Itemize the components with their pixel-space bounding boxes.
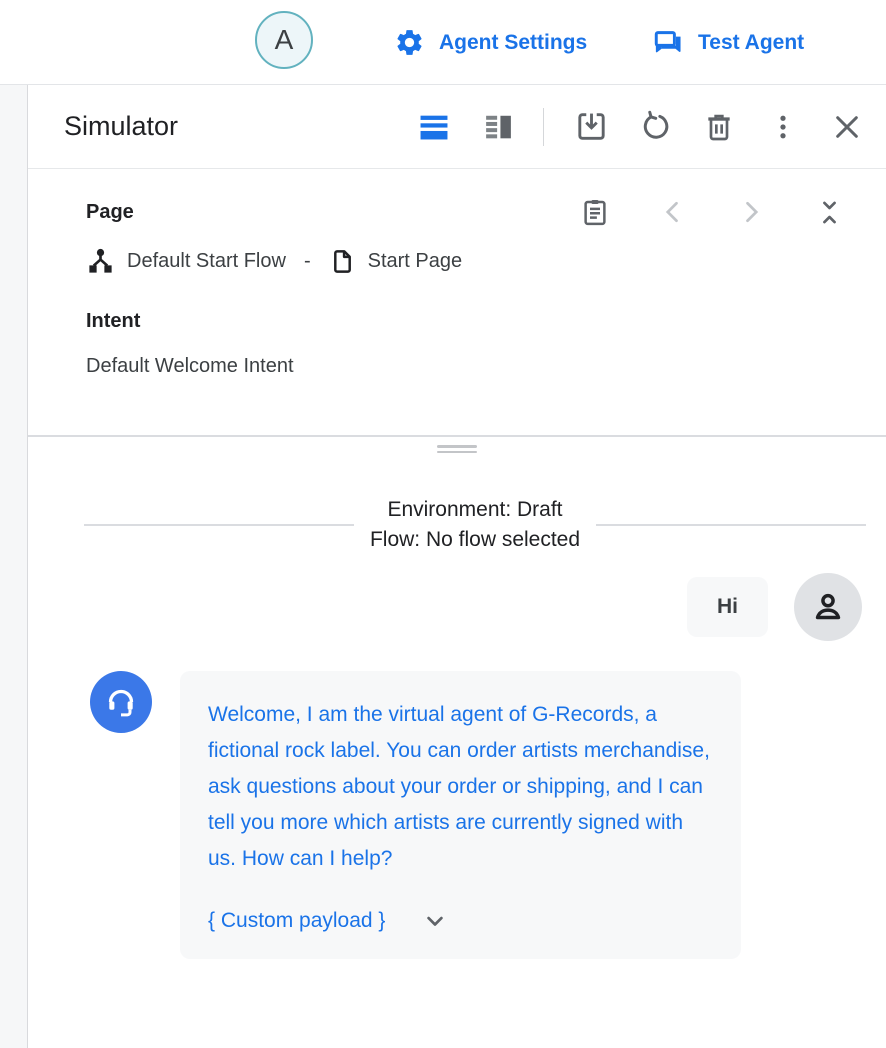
environment-banner: Environment: Draft Flow: No flow selecte… [28, 495, 886, 555]
top-bar: A Agent Settings Test Agent [0, 0, 886, 85]
test-agent-label: Test Agent [698, 31, 804, 55]
page-label: Page [86, 201, 134, 224]
gear-icon [394, 27, 425, 58]
divider-line-left [84, 524, 354, 526]
agent-message-row: Welcome, I am the virtual agent of G-Rec… [90, 671, 886, 959]
flow-name: Default Start Flow [127, 250, 286, 273]
page-name: Start Page [368, 250, 463, 273]
close-icon[interactable] [830, 110, 864, 144]
page-info-panel: Page [28, 169, 886, 437]
account-avatar[interactable]: A [255, 11, 313, 69]
panel-resize-handle[interactable] [437, 445, 477, 453]
chevron-down-icon[interactable] [421, 907, 449, 935]
next-message-icon[interactable] [734, 195, 768, 229]
response-list-icon[interactable] [578, 195, 612, 229]
split-view-icon[interactable] [481, 110, 515, 144]
chat-bubbles-icon [652, 27, 684, 59]
user-message-row: Hi [28, 573, 862, 641]
flow-icon [86, 247, 115, 276]
agent-message-bubble: Welcome, I am the virtual agent of G-Rec… [180, 671, 741, 959]
intent-label: Intent [86, 310, 858, 333]
agent-settings-label: Agent Settings [439, 31, 587, 55]
agent-settings-button[interactable]: Agent Settings [394, 0, 587, 85]
flow-status-label: Flow: No flow selected [370, 525, 580, 555]
user-avatar [794, 573, 862, 641]
conversation-area: Environment: Draft Flow: No flow selecte… [28, 437, 886, 1048]
reset-icon[interactable] [638, 110, 672, 144]
custom-payload-label: { Custom payload } [208, 909, 385, 933]
more-options-icon[interactable] [766, 110, 800, 144]
person-icon [809, 588, 847, 626]
flow-page-separator: - [304, 250, 311, 273]
collapse-icon[interactable] [812, 195, 846, 229]
conversation-view-icon[interactable] [417, 110, 451, 144]
page-icon [329, 248, 356, 275]
environment-label: Environment: Draft [370, 495, 580, 525]
headset-icon [103, 684, 139, 720]
simulator-title: Simulator [64, 111, 178, 142]
save-conversation-icon[interactable] [574, 110, 608, 144]
previous-message-icon[interactable] [656, 195, 690, 229]
intent-value: Default Welcome Intent [86, 355, 858, 378]
left-panel-edge [0, 85, 28, 1048]
agent-avatar [90, 671, 152, 733]
test-agent-button[interactable]: Test Agent [652, 0, 804, 85]
delete-icon[interactable] [702, 110, 736, 144]
divider-line-right [596, 524, 866, 526]
custom-payload-toggle[interactable]: { Custom payload } [208, 907, 713, 935]
toolbar-divider [543, 108, 544, 146]
simulator-panel: Simulator [28, 85, 886, 1048]
user-message-bubble: Hi [687, 577, 768, 637]
simulator-header: Simulator [28, 85, 886, 169]
agent-message-text: Welcome, I am the virtual agent of G-Rec… [208, 697, 713, 877]
